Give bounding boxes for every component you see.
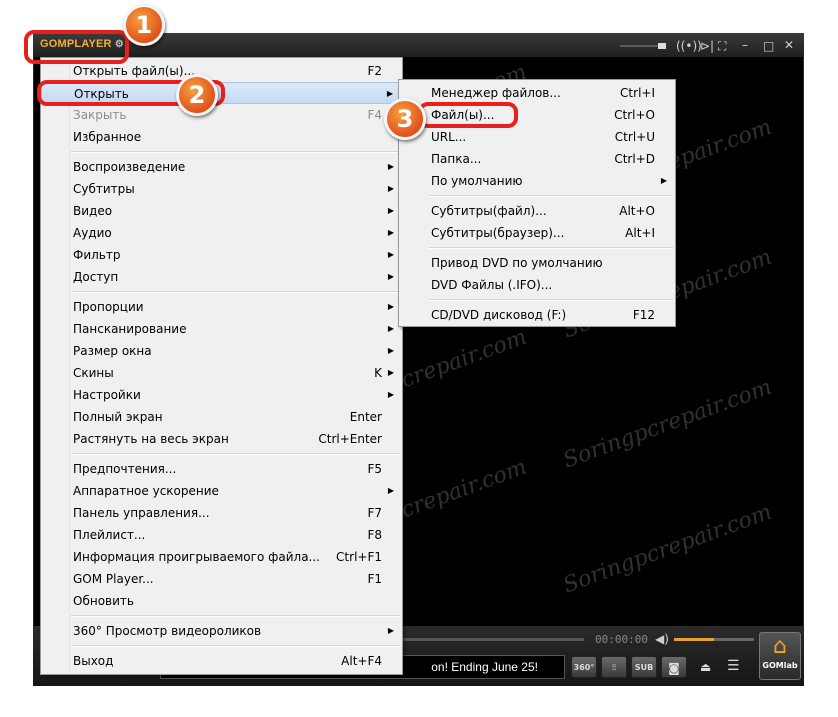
highlight-ring-logo: [24, 30, 129, 64]
menu-item-control-panel[interactable]: Панель управления... F7: [41, 502, 402, 524]
chevron-right-icon: ▶: [387, 272, 394, 281]
menu-separator: [429, 299, 673, 301]
menu-separator: [71, 645, 400, 647]
menu-separator: [71, 151, 400, 153]
menu-item-fullscreen[interactable]: Полный экран Enter: [41, 406, 402, 428]
subtitle-button[interactable]: SUB: [631, 656, 657, 678]
close-icon[interactable]: ✕: [784, 38, 794, 52]
chevron-right-icon: ▶: [387, 368, 394, 377]
menu-item-window-size[interactable]: Размер окна ▶: [41, 340, 402, 362]
submenu-item-file-manager[interactable]: Менеджер файлов... Ctrl+I: [399, 82, 675, 104]
menu-item-about[interactable]: GOM Player... F1: [41, 568, 402, 590]
menu-item-file-info[interactable]: Информация проигрываемого файла... Ctrl+F…: [41, 546, 402, 568]
submenu-item-default[interactable]: По умолчанию ▶: [399, 170, 675, 192]
menu-item-hw-accel[interactable]: Аппаратное ускорение ▶: [41, 480, 402, 502]
menu-item-panscan[interactable]: Пансканирование ▶: [41, 318, 402, 340]
chevron-right-icon: ▶: [387, 228, 394, 237]
menu-separator: [71, 291, 400, 293]
broadcast-icon[interactable]: ((•)): [676, 39, 702, 53]
time-display: 00:00:00: [595, 633, 648, 646]
menu-item-close: Закрыть F4: [73, 108, 382, 122]
equalizer-button[interactable]: ⫶⫶: [601, 656, 627, 678]
menu-separator: [71, 453, 400, 455]
submenu-item-dvd-ifo[interactable]: DVD Файлы (.IFO)...: [399, 274, 675, 296]
menu-item-exit[interactable]: Выход Alt+F4: [41, 650, 402, 672]
minimize-icon[interactable]: –: [742, 38, 748, 52]
menu-icon[interactable]: ☰: [727, 658, 740, 674]
step-badge-1: 1: [123, 4, 165, 46]
360-button[interactable]: 360°: [571, 656, 597, 678]
menu-item-access[interactable]: Доступ ▶: [41, 266, 402, 288]
gomlab-label: GOMlab: [762, 661, 798, 670]
main-context-menu: Открыть файл(ы)... F2 Открыть ▶ Закрыть F4 …: [40, 57, 403, 675]
submenu-item-url[interactable]: URL... Ctrl+U: [399, 126, 675, 148]
submenu-item-folder[interactable]: Папка... Ctrl+D: [399, 148, 675, 170]
menu-item-subtitles[interactable]: Субтитры ▶: [41, 178, 402, 200]
menu-item-settings[interactable]: Настройки ▶: [41, 384, 402, 406]
menu-item-video[interactable]: Видео ▶: [41, 200, 402, 222]
menu-separator: [429, 195, 673, 197]
home-icon: ⌂: [773, 634, 787, 659]
eject-icon[interactable]: ⏏: [700, 660, 711, 674]
fullscreen-icon[interactable]: ⛶: [718, 39, 726, 53]
chevron-right-icon: ▶: [387, 206, 394, 215]
chevron-right-icon: ▶: [387, 346, 394, 355]
chevron-right-icon: ▶: [660, 176, 667, 185]
chevron-right-icon: ▶: [387, 250, 394, 259]
maximize-icon[interactable]: □: [763, 39, 774, 53]
menu-item-360-view[interactable]: 360° Просмотр видеороликов ▶: [41, 620, 402, 642]
submenu-item-cd-drive[interactable]: CD/DVD дисковод (F:) F12: [399, 304, 675, 326]
menu-item-audio[interactable]: Аудио ▶: [41, 222, 402, 244]
submenu-item-subtitle-file[interactable]: Субтитры(файл)... Alt+O: [399, 200, 675, 222]
menu-item-favorites[interactable]: Избранное: [41, 126, 402, 148]
menu-item-preferences[interactable]: Предпочтения... F5: [41, 458, 402, 480]
menu-separator: [71, 615, 400, 617]
chevron-right-icon: ▶: [387, 626, 394, 635]
menu-item-aspect[interactable]: Пропорции ▶: [41, 296, 402, 318]
gomlab-button[interactable]: ⌂ GOMlab: [759, 632, 801, 680]
chevron-right-icon: ▶: [387, 302, 394, 311]
camera-icon: ◙: [668, 661, 680, 675]
volume-slider[interactable]: [674, 638, 714, 641]
step-badge-2: 2: [176, 74, 218, 116]
chevron-right-icon: ▶: [387, 184, 394, 193]
volume-slider-track: [714, 638, 754, 641]
chevron-right-icon: ▶: [387, 162, 394, 171]
menu-separator: [429, 247, 673, 249]
menu-item-update[interactable]: Обновить: [41, 590, 402, 612]
menu-item-skins[interactable]: Скины K ▶: [41, 362, 402, 384]
submenu-item-dvd-default[interactable]: Привод DVD по умолчанию: [399, 252, 675, 274]
chevron-right-icon: ▶: [387, 486, 394, 495]
capture-button[interactable]: ◙: [661, 656, 687, 678]
pin-icon[interactable]: ⊳|: [700, 39, 714, 53]
chevron-right-icon: ▶: [387, 324, 394, 333]
opacity-slider[interactable]: [620, 40, 670, 54]
menu-item-playlist[interactable]: Плейлист... F8: [41, 524, 402, 546]
menu-item-filter[interactable]: Фильтр ▶: [41, 244, 402, 266]
submenu-item-subtitle-browser[interactable]: Субтитры(браузер)... Alt+I: [399, 222, 675, 244]
step-badge-3: 3: [384, 98, 426, 140]
seek-bar[interactable]: [402, 638, 584, 641]
highlight-ring-files: [418, 102, 518, 128]
equalizer-icon: ⫶⫶: [612, 663, 616, 672]
menu-item-stretch[interactable]: Растянуть на весь экран Ctrl+Enter: [41, 428, 402, 450]
menu-item-playback[interactable]: Воспроизведение ▶: [41, 156, 402, 178]
volume-icon[interactable]: ◀): [655, 632, 669, 646]
chevron-right-icon: ▶: [387, 390, 394, 399]
